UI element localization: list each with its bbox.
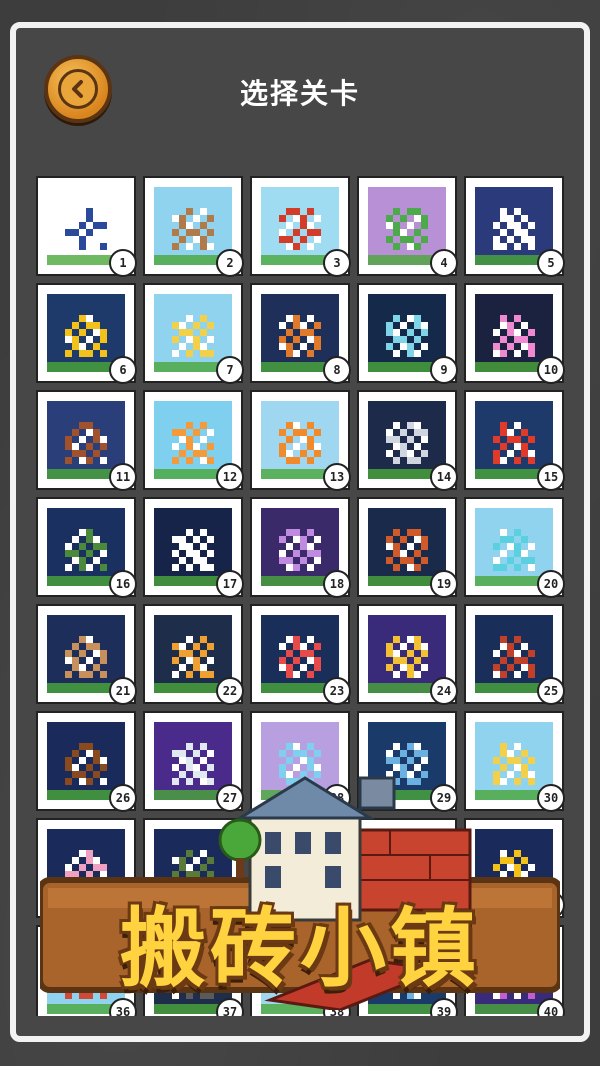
level-card[interactable]: 5 [466,178,565,277]
blonde-girl-icon [172,315,214,358]
level-number-badge: 12 [216,463,244,491]
level-card[interactable]: 21 [38,606,137,705]
level-number-badge: 9 [430,356,458,384]
level-number-badge: 15 [537,463,565,491]
level-number-badge: 10 [537,356,565,384]
level-card[interactable]: 18 [252,499,351,598]
jellyfish-icon [386,315,428,358]
flower-snowman-icon [493,422,535,465]
level-number-badge: 8 [323,356,351,384]
level-card[interactable]: 24 [359,606,458,705]
level-card[interactable]: 7 [145,285,244,384]
girl-red-hat-icon [279,208,321,251]
level-number-badge: 13 [323,463,351,491]
page-title: 选择关卡 [239,77,360,110]
book-icon [65,208,107,251]
level-number-badge: 21 [109,677,137,705]
purple-girl-icon [279,529,321,572]
level-number-badge: 23 [323,677,351,705]
ponytail-girl-icon [172,422,214,465]
sunflower-icon [65,315,107,358]
level-card[interactable]: 12 [145,392,244,491]
squirrel-icon [279,315,321,358]
pizza-icon [172,636,214,679]
level-number-badge: 14 [430,463,458,491]
cat-icon [279,422,321,465]
level-card[interactable]: 16 [38,499,137,598]
balloons-icon [279,636,321,679]
level-number-badge: 16 [109,570,137,598]
butterfly-icon [493,315,535,358]
level-card[interactable]: 9 [359,285,458,384]
level-card[interactable]: 14 [359,392,458,491]
level-number-badge: 25 [537,677,565,705]
level-card[interactable]: 13 [252,392,351,491]
turtle-icon [65,529,107,572]
level-card[interactable]: 25 [466,606,565,705]
level-number-badge: 4 [430,249,458,277]
level-number-badge: 1 [109,249,137,277]
pencil-box-icon [65,422,107,465]
house-icon [386,529,428,572]
twin-tail-girl-icon [493,529,535,572]
level-number-badge: 2 [216,249,244,277]
level-card[interactable]: 20 [466,499,565,598]
unicorn-icon [493,208,535,251]
potted-plant-icon [386,208,428,251]
dragon-icon [493,636,535,679]
level-card[interactable]: 3 [252,178,351,277]
level-number-badge: 11 [109,463,137,491]
deer-icon [65,636,107,679]
level-card[interactable]: 8 [252,285,351,384]
logo-title: 搬砖小镇 [120,899,480,999]
robot-icon [386,422,428,465]
level-card[interactable]: 10 [466,285,565,384]
level-card[interactable]: 1 [38,178,137,277]
level-card[interactable]: 23 [252,606,351,705]
level-card[interactable]: 15 [466,392,565,491]
level-number-badge: 5 [537,249,565,277]
level-number-badge: 22 [216,677,244,705]
level-number-badge: 3 [323,249,351,277]
level-number-badge: 7 [216,356,244,384]
level-card[interactable]: 17 [145,499,244,598]
level-number-badge: 17 [216,570,244,598]
level-card[interactable]: 2 [145,178,244,277]
level-number-badge: 24 [430,677,458,705]
level-number-badge: 19 [430,570,458,598]
level-card[interactable]: 22 [145,606,244,705]
level-number-badge: 6 [109,356,137,384]
bear-icon [172,208,214,251]
level-card[interactable]: 6 [38,285,137,384]
level-number-badge: 20 [537,570,565,598]
knight-girl-icon [386,636,428,679]
game-logo: 搬砖小镇 [37,770,563,1012]
rabbit-icon [172,529,214,572]
level-number-badge: 18 [323,570,351,598]
level-card[interactable]: 19 [359,499,458,598]
level-card[interactable]: 11 [38,392,137,491]
level-card[interactable]: 4 [359,178,458,277]
